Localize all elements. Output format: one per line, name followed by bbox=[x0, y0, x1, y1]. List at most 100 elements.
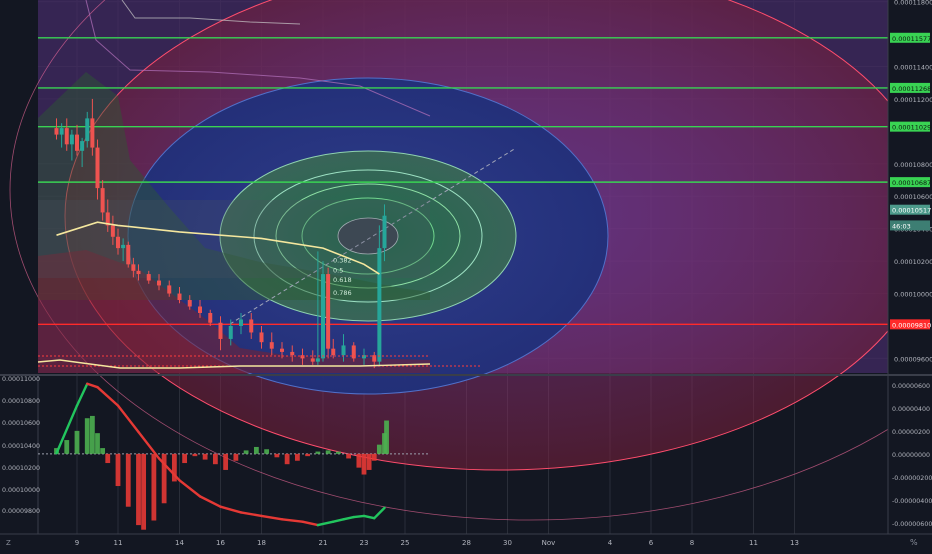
histogram-bar bbox=[243, 450, 249, 454]
histogram-bar bbox=[74, 430, 80, 454]
candle-body bbox=[228, 325, 233, 339]
candle-body bbox=[157, 280, 161, 286]
histogram-bar bbox=[84, 418, 90, 454]
price-tag-label: 0.00011268 bbox=[892, 85, 931, 93]
candle-body bbox=[377, 248, 382, 362]
candle-body bbox=[54, 128, 59, 135]
indicator-right-tick: -0.00000400 bbox=[892, 498, 932, 505]
signal-line-segment bbox=[352, 514, 366, 519]
price-tag-label: 0.00011577 bbox=[892, 35, 931, 43]
histogram-bar bbox=[64, 440, 70, 454]
indicator-right-tick: 0.00000000 bbox=[892, 452, 930, 459]
candle-body bbox=[315, 358, 320, 362]
x-tick-label: 8 bbox=[690, 539, 694, 547]
candle-body bbox=[249, 319, 254, 333]
x-tick-label: 30 bbox=[503, 539, 512, 547]
x-tick-label: 14 bbox=[175, 539, 184, 547]
price-tag-label: 0.00009810 bbox=[892, 321, 931, 329]
histogram-bar bbox=[223, 453, 229, 470]
histogram-bar bbox=[346, 453, 352, 459]
indicator-left-tick: 0.00010200 bbox=[2, 465, 40, 472]
histogram-bar bbox=[253, 446, 259, 454]
x-tick-label: 13 bbox=[790, 539, 799, 547]
candle-body bbox=[75, 134, 79, 151]
histogram-bar bbox=[274, 453, 280, 458]
candle-body bbox=[269, 342, 274, 349]
candle-body bbox=[310, 358, 315, 362]
y-tick-label: 0.00011800 bbox=[894, 0, 932, 7]
y-tick-label: 0.00010000 bbox=[894, 291, 932, 299]
candle-body bbox=[95, 147, 100, 189]
histogram-bar bbox=[356, 453, 362, 468]
chart-root: 0.382 0.5 0.618 0.786 0.00011800 0.00011400 0… bbox=[0, 0, 932, 550]
histogram-bar bbox=[335, 451, 341, 454]
histogram-bar bbox=[95, 433, 100, 454]
y-tick-label: 0.00010600 bbox=[894, 193, 932, 201]
histogram-bar bbox=[125, 453, 131, 507]
histogram-bar bbox=[233, 453, 239, 461]
current-price-tag-label: 46:03 bbox=[892, 222, 911, 230]
histogram-bar bbox=[294, 453, 300, 461]
indicator-right-tick: -0.00000200 bbox=[892, 475, 932, 482]
indicator-right-tick: 0.00000200 bbox=[892, 429, 930, 436]
candle-body bbox=[167, 285, 172, 294]
candle-body bbox=[177, 293, 182, 301]
y-tick-label: 0.00011400 bbox=[894, 63, 932, 71]
candle-body bbox=[110, 225, 115, 237]
indicator-right-tick: 0.00000400 bbox=[892, 406, 930, 413]
fib-level-label: 0.382 bbox=[333, 257, 352, 265]
histogram-bar bbox=[361, 453, 367, 475]
histogram-bar bbox=[371, 453, 377, 461]
candle-body bbox=[321, 274, 325, 359]
candle-body bbox=[69, 134, 74, 145]
x-tick-label: 28 bbox=[462, 539, 471, 547]
candle-body bbox=[280, 348, 284, 352]
histogram-bar bbox=[284, 453, 290, 465]
candle-body bbox=[208, 312, 213, 323]
candle-body bbox=[126, 244, 131, 265]
candle-body bbox=[198, 306, 202, 313]
candle-body bbox=[290, 351, 295, 356]
indicator-left-tick: 0.00010000 bbox=[2, 487, 40, 494]
scale-toggle-label[interactable]: Z bbox=[6, 539, 11, 547]
candle-body bbox=[121, 244, 126, 249]
x-tick-label: 21 bbox=[319, 539, 328, 547]
histogram-bar bbox=[192, 453, 198, 457]
indicator-left-tick: 0.00010600 bbox=[2, 420, 40, 427]
histogram-bar bbox=[264, 449, 270, 454]
indicator-left-tick: 0.00009800 bbox=[2, 508, 40, 515]
x-tick-label: 9 bbox=[75, 539, 79, 547]
histogram-bar bbox=[89, 415, 95, 454]
histogram-bar bbox=[376, 444, 382, 454]
histogram-bar bbox=[151, 453, 157, 521]
histogram-bar bbox=[105, 453, 111, 464]
candle-body bbox=[239, 319, 243, 326]
candle-body bbox=[218, 322, 223, 339]
price-tag-label: 0.00010687 bbox=[892, 179, 931, 187]
fib-level-label: 0.786 bbox=[333, 289, 352, 297]
chart-svg[interactable]: 0.3820.5 0.618 0.786 0.00011800 0.00011400 0… bbox=[0, 0, 932, 550]
grey-highlight-zone bbox=[38, 200, 430, 278]
x-tick-label: 16 bbox=[216, 539, 225, 547]
candle-body bbox=[146, 274, 151, 281]
x-tick-label: Nov bbox=[542, 539, 556, 547]
histogram-bar bbox=[115, 453, 121, 487]
candle-body bbox=[85, 118, 90, 142]
candle-body bbox=[59, 128, 64, 135]
candle-body bbox=[341, 345, 346, 356]
candle-body bbox=[259, 332, 264, 343]
y-tick-label: 0.00010800 bbox=[894, 161, 932, 169]
candle-body bbox=[131, 264, 136, 271]
histogram-bar bbox=[325, 450, 331, 454]
y-tick-label: 0.00011200 bbox=[894, 96, 932, 104]
candle-body bbox=[80, 141, 85, 151]
histogram-bar bbox=[136, 453, 141, 526]
x-tick-label: 25 bbox=[401, 539, 410, 547]
price-tag-label: 0.00011029 bbox=[892, 124, 931, 132]
candle-body bbox=[326, 274, 331, 349]
histogram-bar bbox=[315, 451, 321, 454]
candle-body bbox=[382, 215, 387, 249]
indicator-left-tick: 0.00010800 bbox=[2, 398, 40, 405]
x-tick-label: 23 bbox=[360, 539, 369, 547]
percent-scale-toggle[interactable]: % bbox=[910, 538, 918, 547]
